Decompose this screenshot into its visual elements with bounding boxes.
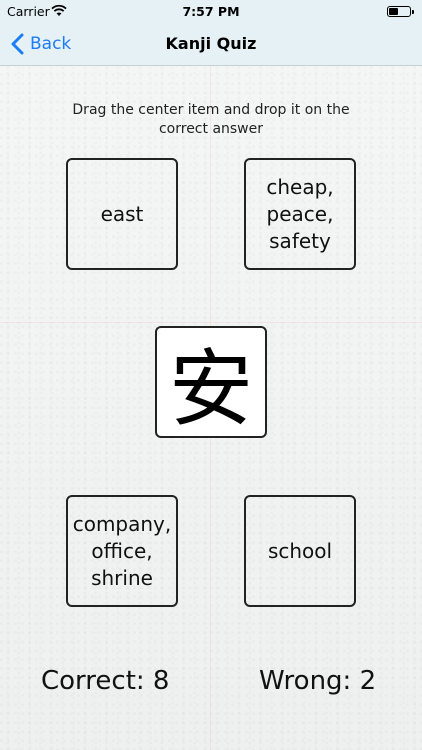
answer-card-top-left[interactable]: east: [66, 158, 178, 270]
wrong-score: Wrong: 2: [259, 666, 377, 696]
answer-label-line: safety: [269, 228, 331, 253]
answer-label-line: east: [100, 201, 144, 226]
battery-icon: [387, 6, 414, 17]
answer-label-line: peace,: [266, 201, 334, 226]
answer-label-line: school: [267, 538, 333, 563]
answer-label-line: company,: [72, 511, 172, 536]
kanji-drag-item[interactable]: 安: [155, 326, 267, 438]
answer-label: cheap, peace, safety: [266, 174, 333, 255]
answer-label-line: cheap,: [266, 174, 334, 199]
answer-label: east: [101, 201, 144, 228]
answer-label-line: office,: [91, 538, 153, 563]
instruction-text: Drag the center item and drop it on the …: [72, 102, 350, 137]
clock: 7:57 PM: [182, 4, 240, 19]
battery-level: [389, 8, 398, 15]
answer-label: school: [268, 538, 332, 565]
navigation-bar: Back Kanji Quiz: [0, 22, 422, 66]
answer-card-top-right[interactable]: cheap, peace, safety: [244, 158, 356, 270]
page-title: Kanji Quiz: [165, 34, 257, 53]
answer-label: company, office, shrine: [73, 511, 172, 592]
answer-card-bottom-left[interactable]: company, office, shrine: [66, 495, 178, 607]
correct-score: Correct: 8: [41, 666, 170, 696]
status-bar: Carrier 7:57 PM: [0, 0, 422, 22]
answer-label-line: shrine: [91, 565, 153, 590]
answer-card-bottom-right[interactable]: school: [244, 495, 356, 607]
